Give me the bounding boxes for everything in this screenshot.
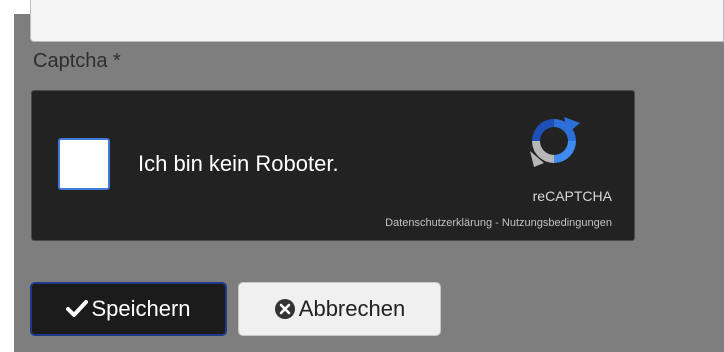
recaptcha-checkbox[interactable]: [58, 138, 110, 190]
terms-link[interactable]: Nutzungsbedingungen: [502, 217, 612, 229]
links-separator: -: [492, 217, 502, 229]
captcha-field-label: Captcha *: [33, 50, 121, 72]
close-circle-icon: [274, 298, 296, 320]
page-left-border: [0, 0, 14, 352]
save-button-label: Speichern: [91, 296, 191, 321]
recaptcha-widget: Ich bin kein Roboter. reCAPTCHA Datensch…: [31, 90, 635, 241]
recaptcha-logo-icon: [530, 117, 580, 167]
cancel-button[interactable]: Abbrechen: [238, 282, 441, 336]
recaptcha-links: Datenschutzerklärung - Nutzungsbedingung…: [385, 217, 612, 229]
save-button[interactable]: Speichern: [30, 282, 227, 336]
cancel-button-label: Abbrechen: [298, 296, 406, 321]
previous-text-input[interactable]: [30, 0, 724, 42]
privacy-link[interactable]: Datenschutzerklärung: [385, 217, 492, 229]
recaptcha-brand-text: reCAPTCHA: [532, 188, 612, 204]
checkmark-icon: [66, 299, 89, 319]
recaptcha-checkbox-label: Ich bin kein Roboter.: [138, 151, 339, 176]
